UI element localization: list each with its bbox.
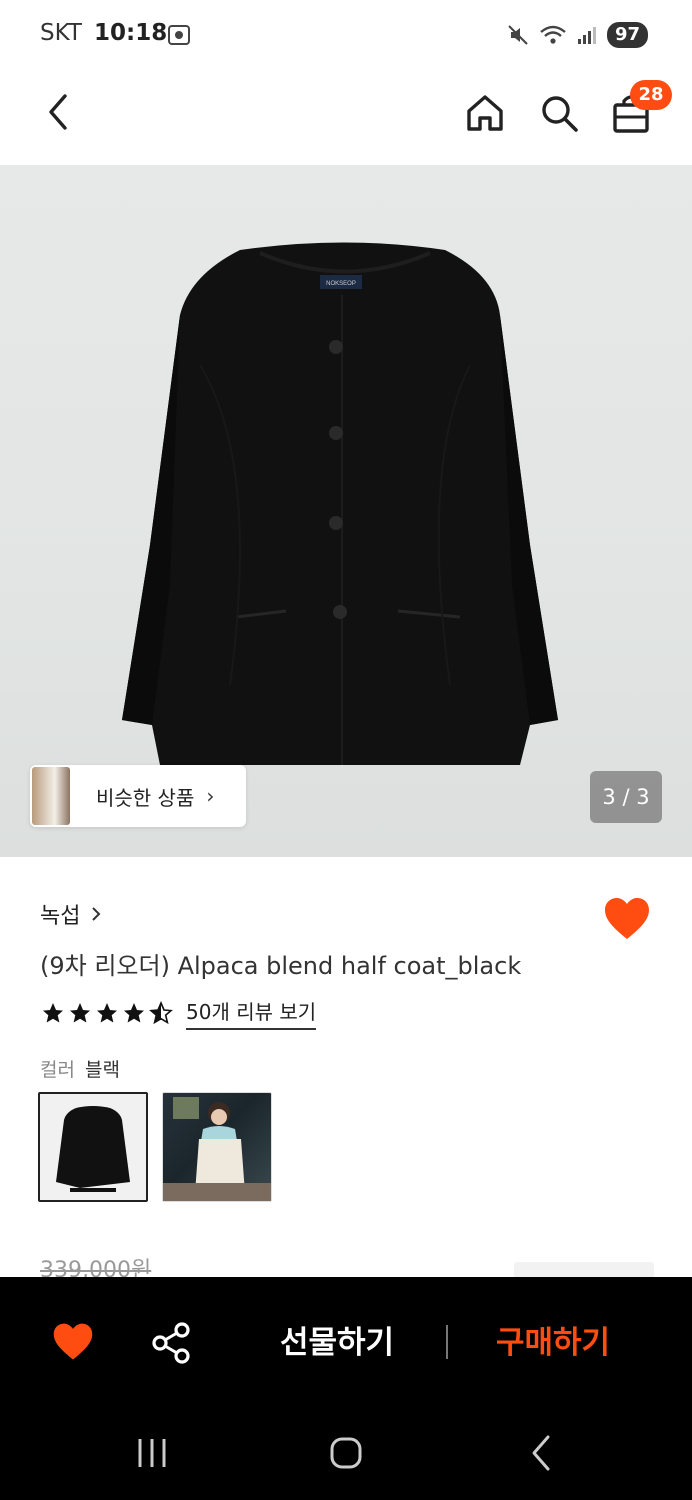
like-heart-icon[interactable] bbox=[50, 1321, 96, 1363]
similar-product-thumbnail bbox=[32, 767, 70, 825]
color-swatch-selected[interactable] bbox=[38, 1092, 148, 1202]
divider bbox=[446, 1325, 448, 1359]
similar-products-button[interactable]: 비슷한 상품 › bbox=[30, 765, 246, 827]
clock: 10:18 bbox=[94, 20, 168, 46]
signal-icon bbox=[577, 27, 596, 44]
product-image-carousel[interactable]: NOKSEOP 비슷한 상품 › 3 / 3 bbox=[0, 165, 692, 857]
product-title: (9차 리오더) Alpaca blend half coat_black bbox=[40, 952, 522, 980]
chevron-right-icon bbox=[92, 907, 101, 921]
share-icon[interactable] bbox=[150, 1321, 194, 1365]
chevron-left-icon bbox=[49, 94, 67, 130]
screen-record-icon bbox=[168, 25, 190, 45]
home-button[interactable] bbox=[460, 88, 510, 138]
gift-button[interactable]: 선물하기 bbox=[280, 1317, 394, 1362]
system-home-icon[interactable] bbox=[326, 1433, 366, 1473]
system-back-icon[interactable] bbox=[522, 1433, 562, 1473]
top-navigation: 28 bbox=[0, 72, 692, 164]
color-swatch-model[interactable] bbox=[162, 1092, 272, 1202]
chevron-right-icon: › bbox=[206, 784, 215, 808]
star-icon bbox=[97, 1003, 117, 1023]
status-bar: SKT 10:18 97 bbox=[0, 0, 692, 72]
model-thumbnail bbox=[163, 1097, 271, 1201]
mute-icon bbox=[508, 25, 528, 45]
product-photo: NOKSEOP bbox=[122, 242, 558, 765]
color-option-row: 컬러 블랙 bbox=[40, 1055, 120, 1082]
home-icon bbox=[467, 95, 503, 131]
back-button[interactable] bbox=[36, 90, 80, 134]
garment-label: NOKSEOP bbox=[326, 281, 356, 287]
star-icon bbox=[124, 1003, 144, 1023]
battery-indicator: 97 bbox=[606, 22, 648, 48]
brand-name: 녹섭 bbox=[40, 904, 81, 929]
star-icon bbox=[70, 1003, 90, 1023]
cart-count-badge: 28 bbox=[630, 80, 672, 110]
buy-button[interactable]: 구매하기 bbox=[496, 1317, 610, 1362]
wishlist-heart-icon[interactable] bbox=[602, 895, 652, 943]
bottom-action-bar: 선물하기 구매하기 bbox=[0, 1277, 692, 1407]
review-link[interactable]: 50개 리뷰 보기 bbox=[186, 996, 317, 1030]
search-icon bbox=[542, 96, 578, 132]
search-button[interactable] bbox=[534, 88, 584, 138]
color-key: 컬러 bbox=[40, 1059, 75, 1081]
image-pager: 3 / 3 bbox=[590, 771, 662, 823]
similar-products-label: 비슷한 상품 bbox=[96, 785, 195, 810]
star-rating bbox=[40, 1001, 174, 1025]
brand-link[interactable]: 녹섭 bbox=[40, 898, 102, 930]
star-icon bbox=[43, 1003, 63, 1023]
system-navigation-bar bbox=[0, 1407, 692, 1500]
recent-apps-icon[interactable] bbox=[132, 1433, 172, 1473]
rating-row: 50개 리뷰 보기 bbox=[40, 996, 317, 1030]
coat-thumbnail bbox=[56, 1106, 130, 1192]
carrier-label: SKT bbox=[40, 20, 82, 46]
wifi-icon bbox=[540, 25, 566, 44]
half-star-icon bbox=[149, 1001, 173, 1025]
color-value: 블랙 bbox=[84, 1059, 120, 1081]
